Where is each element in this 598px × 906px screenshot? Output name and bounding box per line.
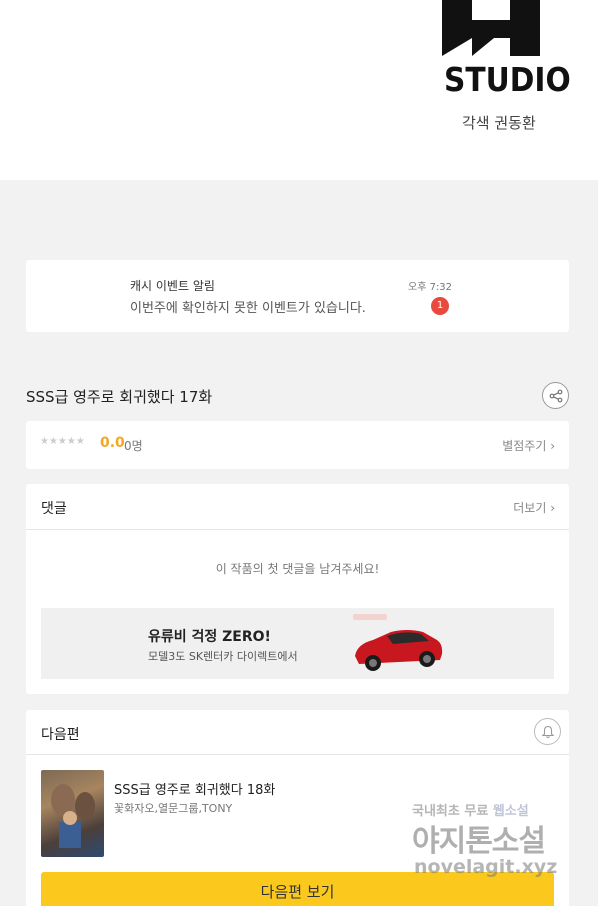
thumbnail-art-icon (51, 784, 95, 848)
rating-count: 0명 (124, 439, 143, 453)
divider (26, 754, 569, 755)
car-image-icon (353, 614, 443, 671)
rating-score: 0.0 (100, 435, 125, 451)
notify-button[interactable] (534, 718, 561, 745)
share-button[interactable] (542, 382, 569, 409)
share-icon (549, 389, 562, 402)
comments-title: 댓글 (41, 501, 67, 517)
credit-banner: STUDIO 각색 권동환 (0, 0, 598, 180)
artist-credit: 각색 권동환 (462, 114, 536, 132)
next-episode-title[interactable]: SSS급 영주로 회귀했다 18화 (114, 779, 275, 798)
ad-title: 유류비 걱정 ZERO! (148, 629, 271, 645)
next-episode-button[interactable]: 다음편 보기 (41, 872, 554, 906)
next-episode-thumbnail[interactable] (41, 770, 104, 857)
next-episode-authors: 꽃화자오,열문그룹,TONY (114, 802, 233, 815)
rating-stars: ★★★★★ (40, 436, 85, 447)
studio-name: STUDIO (444, 60, 571, 99)
next-episode-card: 다음편 SSS급 영주로 회귀했다 18화 꽃화자오,열문그룹,TONY 다음편… (26, 710, 569, 906)
comments-empty-message: 이 작품의 첫 댓글을 남겨주세요! (215, 562, 380, 576)
notification-card[interactable]: 캐시 이벤트 알림 이번주에 확인하지 못한 이벤트가 있습니다. 오후 7:3… (26, 260, 569, 332)
comments-card: 댓글 더보기 › 이 작품의 첫 댓글을 남겨주세요! 유류비 걱정 ZERO!… (26, 484, 569, 694)
notification-time: 오후 7:32 (408, 282, 453, 293)
notification-title: 캐시 이벤트 알림 (130, 279, 215, 293)
next-episode-section-title: 다음편 (41, 727, 80, 743)
rate-button[interactable]: 별점주기 › (502, 437, 555, 454)
comments-more-link[interactable]: 더보기 › (513, 499, 555, 516)
rating-card: ★★★★★ 0.0 0명 별점주기 › (26, 421, 569, 469)
episode-title: SSS급 영주로 회귀했다 17화 (26, 388, 213, 406)
ad-banner[interactable]: 유류비 걱정 ZERO! 모델3도 SK렌터카 다이렉트에서 (41, 608, 554, 679)
studio-logo-icon (442, 0, 540, 56)
ad-subtitle: 모델3도 SK렌터카 다이렉트에서 (148, 650, 298, 663)
divider (26, 529, 569, 530)
notification-body: 이번주에 확인하지 못한 이벤트가 있습니다. (130, 301, 366, 316)
bell-icon (541, 725, 554, 738)
notification-badge: 1 (431, 297, 449, 315)
